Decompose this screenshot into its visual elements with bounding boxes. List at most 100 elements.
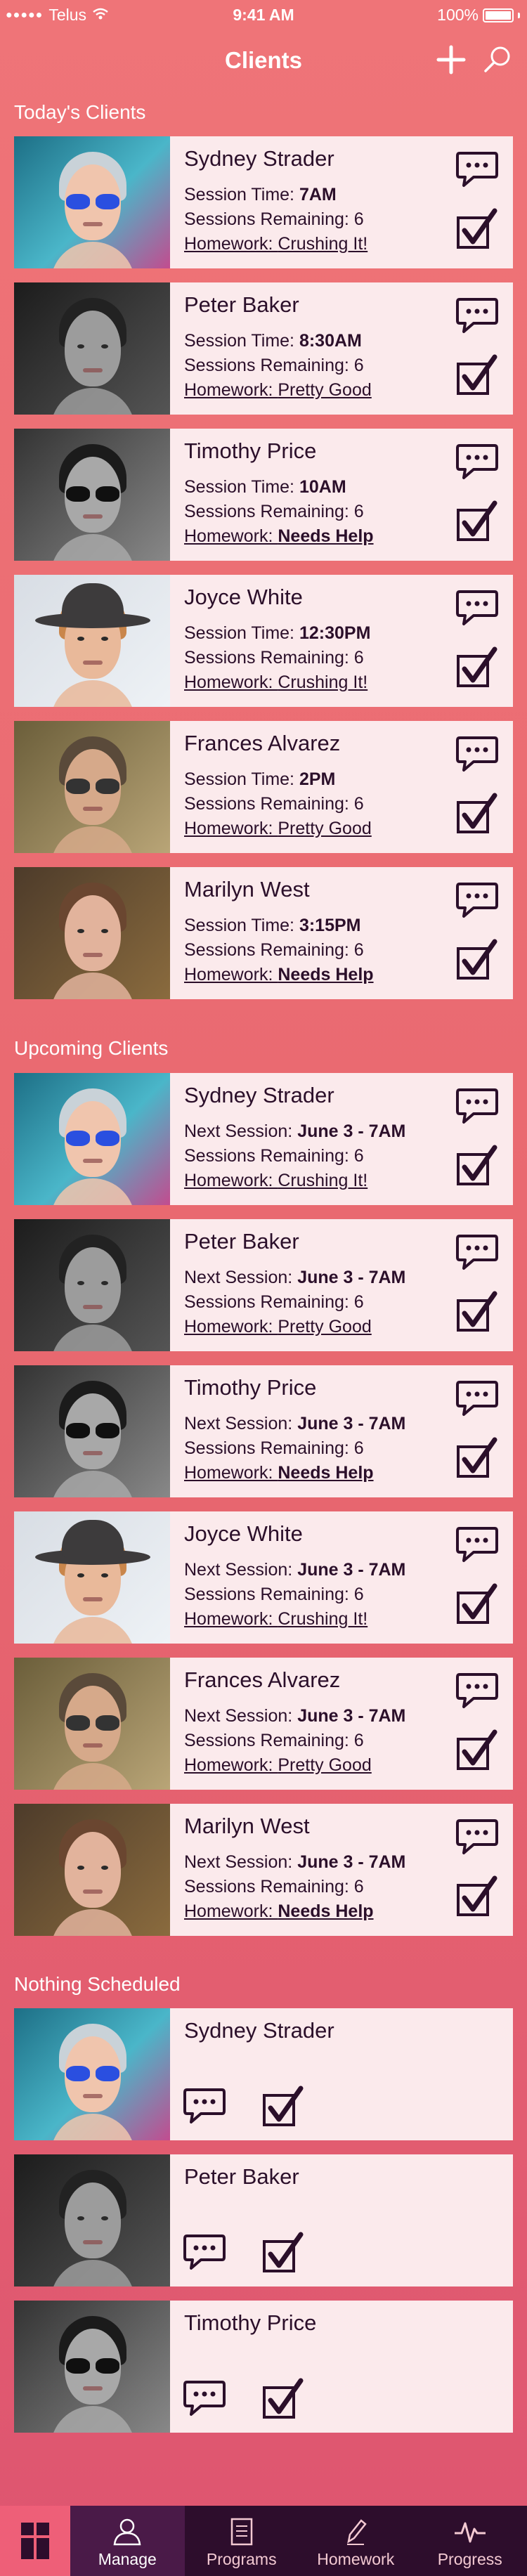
client-card[interactable]: Timothy Price Next Session: June 3 - 7AM S… xyxy=(14,1365,513,1497)
checkin-icon[interactable] xyxy=(455,646,499,689)
session-value: June 3 - 7AM xyxy=(297,1414,406,1433)
message-icon[interactable] xyxy=(455,589,499,628)
homework-status: Crushing It! xyxy=(278,1171,368,1190)
session-label: Session Time: xyxy=(184,331,299,351)
session-label: Session Time: xyxy=(184,623,299,643)
checkin-icon[interactable] xyxy=(455,1145,499,1187)
homework-status: Needs Help xyxy=(278,526,374,546)
checkin-icon[interactable] xyxy=(455,208,499,250)
checkin-icon[interactable] xyxy=(455,939,499,981)
homework-status: Pretty Good xyxy=(278,1755,372,1775)
message-icon[interactable] xyxy=(455,1233,499,1273)
heartbeat-icon xyxy=(454,2522,486,2543)
message-icon[interactable] xyxy=(183,2087,226,2126)
client-actions xyxy=(183,2232,305,2274)
message-icon[interactable] xyxy=(455,1672,499,1711)
client-card[interactable]: Sydney Strader xyxy=(14,2008,513,2140)
checkin-icon[interactable] xyxy=(455,1875,499,1918)
client-avatar xyxy=(14,575,170,707)
client-card[interactable]: Joyce White Next Session: June 3 - 7AM Ses… xyxy=(14,1511,513,1644)
homework-label: Homework: xyxy=(184,1755,278,1775)
checkin-icon[interactable] xyxy=(455,500,499,542)
client-card[interactable]: Peter Baker Next Session: June 3 - 7AM Ses… xyxy=(14,1219,513,1351)
homework-status: Needs Help xyxy=(278,1901,374,1921)
message-icon[interactable] xyxy=(455,1087,499,1126)
homework-label: Homework: xyxy=(184,819,278,838)
session-value: June 3 - 7AM xyxy=(297,1121,406,1141)
checkin-icon[interactable] xyxy=(455,1291,499,1333)
session-label: Session Time: xyxy=(184,185,299,204)
client-card[interactable]: Timothy Price Session Time: 10AM Sessions … xyxy=(14,429,513,561)
client-info: Timothy Price Session Time: 10AM Sessions … xyxy=(170,429,513,561)
client-card[interactable]: Peter Baker xyxy=(14,2154,513,2286)
client-info: Joyce White Next Session: June 3 - 7AM Ses… xyxy=(170,1511,513,1644)
checkin-icon[interactable] xyxy=(455,1583,499,1625)
checkin-icon[interactable] xyxy=(455,793,499,835)
message-icon[interactable] xyxy=(455,881,499,921)
search-icon xyxy=(484,46,510,72)
client-avatar xyxy=(14,282,170,415)
message-icon[interactable] xyxy=(183,2233,226,2272)
message-icon[interactable] xyxy=(455,443,499,482)
client-card[interactable]: Peter Baker Session Time: 8:30AM Sessions … xyxy=(14,282,513,415)
client-actions xyxy=(454,1087,500,1187)
message-icon[interactable] xyxy=(183,2379,226,2419)
client-card[interactable]: Frances Alvarez Session Time: 2PM Sessions… xyxy=(14,721,513,853)
client-card[interactable]: Marilyn West Next Session: June 3 - 7AM Se… xyxy=(14,1804,513,1936)
checkin-icon[interactable] xyxy=(455,354,499,396)
session-label: Next Session: xyxy=(184,1706,298,1726)
client-avatar xyxy=(14,429,170,561)
client-name: Peter Baker xyxy=(184,2164,299,2189)
checkin-icon[interactable] xyxy=(455,1729,499,1771)
add-client-button[interactable] xyxy=(434,43,468,77)
client-avatar xyxy=(14,1365,170,1497)
homework-label: Homework: xyxy=(184,1171,278,1190)
checkin-icon[interactable] xyxy=(455,1437,499,1479)
session-value: June 3 - 7AM xyxy=(297,1852,406,1872)
client-info: Sydney Strader xyxy=(170,2008,513,2140)
message-icon[interactable] xyxy=(455,150,499,190)
client-actions xyxy=(454,1526,500,1625)
checkin-icon[interactable] xyxy=(261,2378,305,2420)
tab-manage[interactable]: Manage xyxy=(70,2506,185,2576)
client-card[interactable]: Sydney Strader Session Time: 7AM Sessions … xyxy=(14,136,513,268)
tab-menu-grid[interactable] xyxy=(0,2506,70,2576)
client-name: Timothy Price xyxy=(184,2310,317,2335)
client-card[interactable]: Joyce White Session Time: 12:30PM Sessions… xyxy=(14,575,513,707)
search-button[interactable] xyxy=(482,44,513,75)
session-label: Next Session: xyxy=(184,1268,298,1287)
message-icon[interactable] xyxy=(455,297,499,336)
client-info: Frances Alvarez Session Time: 2PM Sessions… xyxy=(170,721,513,853)
tab-progress[interactable]: Progress xyxy=(413,2506,527,2576)
tab-programs[interactable]: Programs xyxy=(185,2506,299,2576)
battery-icon xyxy=(483,8,514,22)
homework-status: Pretty Good xyxy=(278,1317,372,1336)
homework-label: Homework: xyxy=(184,380,278,400)
client-avatar xyxy=(14,1511,170,1644)
checkin-icon[interactable] xyxy=(261,2232,305,2274)
session-value: 3:15PM xyxy=(299,916,361,935)
tab-label-manage: Manage xyxy=(98,2550,157,2568)
client-card[interactable]: Frances Alvarez Next Session: June 3 - 7A… xyxy=(14,1658,513,1790)
homework-label: Homework: xyxy=(184,1901,278,1921)
homework-status: Crushing It! xyxy=(278,234,368,254)
client-actions xyxy=(454,589,500,689)
homework-status: Crushing It! xyxy=(278,672,368,692)
person-icon xyxy=(113,2518,141,2546)
tab-homework[interactable]: Homework xyxy=(299,2506,413,2576)
battery-percent: 100% xyxy=(437,6,479,24)
message-icon[interactable] xyxy=(455,1818,499,1857)
client-actions xyxy=(454,1818,500,1918)
message-icon[interactable] xyxy=(455,1526,499,1565)
client-info: Peter Baker xyxy=(170,2154,513,2286)
client-card[interactable]: Timothy Price xyxy=(14,2301,513,2433)
client-info: Marilyn West Next Session: June 3 - 7AM Se… xyxy=(170,1804,513,1936)
client-actions xyxy=(454,881,500,981)
checkin-icon[interactable] xyxy=(261,2086,305,2128)
message-icon[interactable] xyxy=(455,735,499,774)
client-card[interactable]: Sydney Strader Next Session: June 3 - 7AM… xyxy=(14,1073,513,1205)
client-card[interactable]: Marilyn West Session Time: 3:15PM Sessions… xyxy=(14,867,513,999)
tab-label-progress: Progress xyxy=(437,2550,502,2568)
homework-status: Needs Help xyxy=(278,1463,374,1483)
message-icon[interactable] xyxy=(455,1379,499,1419)
